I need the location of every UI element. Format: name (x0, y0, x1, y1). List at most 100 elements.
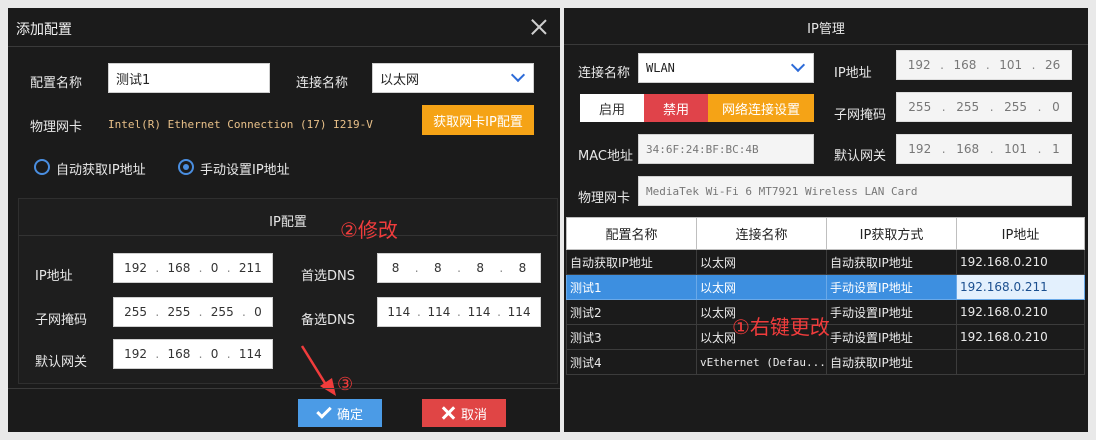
ip-input[interactable]: 192. 168. 0. 211 (113, 253, 273, 283)
ok-button[interactable]: 确定 (298, 399, 382, 427)
dns2-input[interactable]: 114. 114. 114. 114 (377, 297, 541, 327)
table-cell: 测试2 (566, 299, 697, 325)
dns1-input[interactable]: 8. 8. 8. 8 (377, 253, 541, 283)
ip-manager-titlebar: IP管理 (564, 8, 1088, 44)
table-row[interactable]: 自动获取IP地址 以太网 自动获取IP地址 192.168.0.210 (566, 249, 1085, 275)
gateway-input[interactable]: 192. 168. 0. 114 (113, 339, 273, 369)
col-header-ip-method[interactable]: IP获取方式 (826, 217, 957, 250)
net-settings-button[interactable]: 网络连接设置 (708, 94, 814, 122)
close-icon[interactable] (528, 16, 550, 38)
conn-select[interactable]: WLAN (638, 53, 814, 83)
table-cell: 192.168.0.211 (956, 274, 1085, 300)
mask-input[interactable]: 255. 255. 255. 0 (113, 297, 273, 327)
col-header-ip[interactable]: IP地址 (956, 217, 1085, 250)
annotation-modify: ②修改 (340, 218, 398, 242)
table-cell: 自动获取IP地址 (826, 349, 957, 375)
mask-octet: 0 (1052, 100, 1060, 114)
dns1-label: 首选DNS (301, 269, 355, 284)
gateway-octet: 192 (124, 347, 148, 361)
conn-value: WLAN (646, 61, 675, 75)
ip-octet: 192 (907, 58, 931, 72)
ip-group-title: IP配置 (269, 215, 307, 230)
mac-value: 34:6F:24:BF:BC:4B (646, 142, 759, 156)
gateway-octet: 0 (210, 347, 219, 361)
radio-manual-ip-label: 手动设置IP地址 (200, 163, 290, 178)
enable-button[interactable]: 启用 (580, 94, 644, 122)
gateway-octet: 168 (956, 142, 980, 156)
nic-value: Intel(R) Ethernet Connection (17) I219-V (108, 118, 373, 131)
dns2-label: 备选DNS (301, 313, 355, 328)
title-divider (564, 44, 1088, 45)
table-cell: 192.168.0.210 (956, 299, 1085, 325)
dns1-octet: 8 (476, 261, 484, 275)
cancel-button[interactable]: 取消 (422, 399, 506, 427)
table-row[interactable]: 测试4 vEthernet (Defau... 自动获取IP地址 (566, 349, 1085, 375)
table-cell: 手动设置IP地址 (826, 274, 957, 300)
annotation-right-click: ①右键更改 (732, 315, 830, 339)
gateway-display: 192. 168. 101. 1 (896, 134, 1072, 164)
get-nic-config-button[interactable]: 获取网卡IP配置 (422, 105, 534, 135)
mask-octet: 255 (167, 305, 191, 319)
dns1-octet: 8 (434, 261, 442, 275)
table-cell: 192.168.0.210 (956, 324, 1085, 350)
dns1-octet: 8 (391, 261, 400, 275)
table-cell: 192.168.0.210 (956, 249, 1085, 275)
dns2-octet: 114 (427, 305, 451, 319)
table-cell: 自动获取IP地址 (566, 249, 697, 275)
mask-octet: 255 (908, 100, 932, 114)
table-cell (956, 349, 1085, 375)
ip-label: IP地址 (35, 269, 73, 284)
gateway-octet: 1 (1052, 142, 1060, 156)
mask-octet: 255 (956, 100, 980, 114)
ip-manager-panel: IP管理 连接名称 WLAN IP地址 192. 168. 101. 26 启用… (564, 8, 1088, 432)
mask-label: 子网掩码 (35, 313, 88, 328)
dialog-title: 添加配置 (16, 22, 72, 38)
config-name-label: 配置名称 (30, 76, 83, 91)
connection-name-select[interactable]: 以太网 (372, 63, 534, 93)
mask-octet: 255 (1004, 100, 1028, 114)
mask-label: 子网掩码 (834, 108, 887, 123)
nic-value: MediaTek Wi-Fi 6 MT7921 Wireless LAN Car… (646, 184, 918, 198)
nic-label: 物理网卡 (578, 191, 631, 206)
conn-label: 连接名称 (578, 66, 631, 81)
mask-octet: 0 (254, 305, 262, 319)
footer-divider (8, 388, 560, 389)
col-header-config-name[interactable]: 配置名称 (566, 217, 697, 250)
mask-octet: 255 (124, 305, 148, 319)
cancel-button-label: 取消 (460, 407, 487, 423)
nic-display: MediaTek Wi-Fi 6 MT7921 Wireless LAN Car… (638, 176, 1072, 206)
table-cell: vEthernet (Defau... (696, 349, 827, 375)
table-cell: 测试3 (566, 324, 697, 350)
ip-octet: 0 (210, 261, 219, 275)
config-table: 配置名称 连接名称 IP获取方式 IP地址 自动获取IP地址 以太网 自动获取I… (566, 217, 1085, 375)
gateway-label: 默认网关 (834, 149, 887, 164)
mac-label: MAC地址 (578, 149, 633, 164)
nic-label: 物理网卡 (30, 120, 83, 135)
table-cell: 手动设置IP地址 (826, 299, 957, 325)
mask-octet: 255 (210, 305, 234, 319)
table-cell: 以太网 (696, 274, 827, 300)
ip-octet: 168 (167, 261, 191, 275)
table-cell: 以太网 (696, 249, 827, 275)
col-header-connection[interactable]: 连接名称 (696, 217, 827, 250)
ip-octet: 211 (238, 261, 262, 275)
ip-config-group: IP配置 IP地址 192. 168. 0. 211 子网掩码 255. 255… (18, 198, 558, 384)
dns2-octet: 114 (507, 305, 531, 319)
config-name-input[interactable]: 测试1 (108, 63, 270, 93)
connection-name-value: 以太网 (380, 72, 420, 88)
chevron-down-icon (790, 57, 806, 73)
radio-manual-ip[interactable] (178, 159, 194, 175)
table-cell: 测试4 (566, 349, 697, 375)
gateway-octet: 101 (1004, 142, 1028, 156)
close-icon (441, 406, 455, 420)
dialog-titlebar: 添加配置 (8, 8, 560, 46)
ip-display: 192. 168. 101. 26 (896, 50, 1072, 80)
disable-button[interactable]: 禁用 (644, 94, 708, 122)
title-divider (8, 46, 560, 47)
table-cell: 测试1 (566, 274, 697, 300)
gateway-octet: 192 (908, 142, 932, 156)
table-row-selected[interactable]: 测试1 以太网 手动设置IP地址 192.168.0.211 (566, 274, 1085, 300)
ip-label: IP地址 (834, 66, 872, 81)
radio-auto-ip[interactable] (34, 159, 50, 175)
ip-octet: 101 (999, 58, 1023, 72)
